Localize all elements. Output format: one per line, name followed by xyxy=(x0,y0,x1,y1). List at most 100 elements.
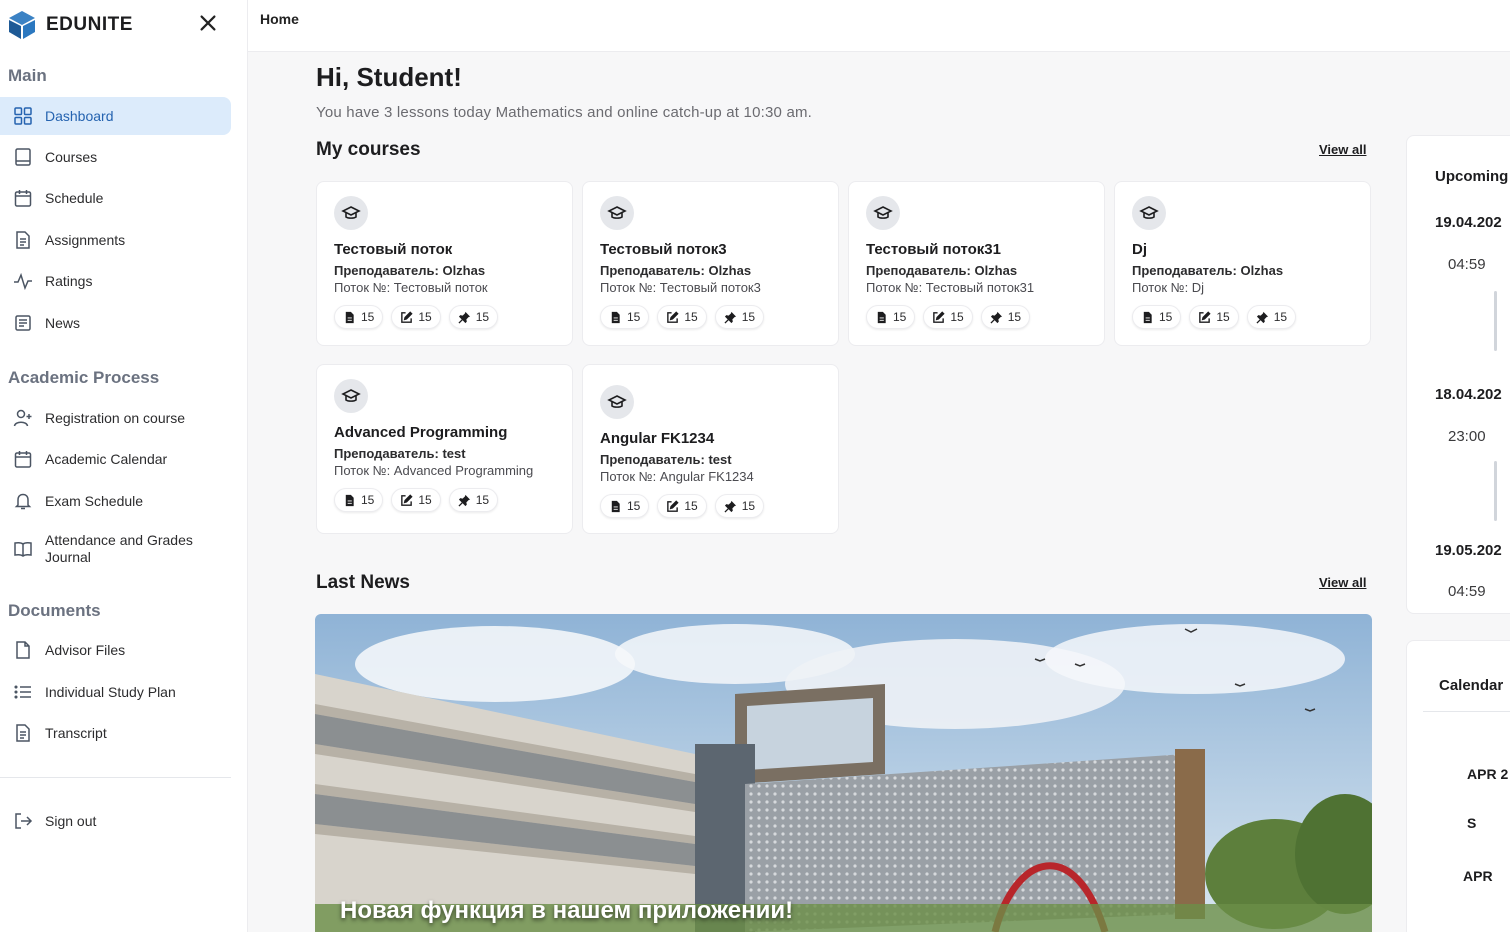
course-card[interactable]: Angular FK1234 Преподаватель: test Поток №… xyxy=(582,364,839,534)
course-stream: Поток №: Angular FK1234 xyxy=(600,469,754,484)
course-stats: 15 15 15 xyxy=(334,488,555,512)
pin-icon xyxy=(458,494,476,507)
sign-out-label: Sign out xyxy=(45,813,97,829)
course-stats: 15 15 15 xyxy=(866,305,1087,329)
breadcrumb[interactable]: Home xyxy=(260,11,299,27)
course-card[interactable]: Dj Преподаватель: Olzhas Поток №: Dj 15 15 15 xyxy=(1114,181,1371,346)
sidebar-item-courses[interactable]: Courses xyxy=(0,138,231,176)
course-card[interactable]: Advanced Programming Преподаватель: test П… xyxy=(316,364,573,534)
upcoming-panel: Upcoming 19.04.202 04:59 18.04.202 23:00… xyxy=(1406,135,1510,614)
dashboard-icon xyxy=(12,105,34,127)
file-icon xyxy=(343,311,361,324)
pins-chip[interactable]: 15 xyxy=(714,494,765,518)
files-chip[interactable]: 15 xyxy=(600,305,650,329)
document-icon xyxy=(12,722,34,744)
edit-icon xyxy=(400,493,418,507)
pins-chip[interactable]: 15 xyxy=(1246,305,1297,329)
pin-icon xyxy=(724,311,742,324)
course-card[interactable]: Тестовый поток3 Преподаватель: Olzhas Пото… xyxy=(582,181,839,346)
sidebar-item-dashboard[interactable]: Dashboard xyxy=(0,97,231,135)
edit-icon xyxy=(400,310,418,324)
tasks-chip[interactable]: 15 xyxy=(657,305,707,329)
user-plus-icon xyxy=(12,407,34,429)
sidebar-item-registration[interactable]: Registration on course xyxy=(0,399,231,437)
graduation-cap-icon xyxy=(866,196,900,230)
files-chip[interactable]: 15 xyxy=(334,305,384,329)
tasks-count: 15 xyxy=(418,310,432,324)
news-headline: Новая функция в нашем приложении! xyxy=(340,897,794,924)
file-icon xyxy=(1141,311,1159,324)
graduation-cap-icon xyxy=(334,196,368,230)
page-title: Hi, Student! xyxy=(316,62,462,92)
logo-icon xyxy=(9,11,35,39)
sidebar-item-study-plan[interactable]: Individual Study Plan xyxy=(0,673,231,711)
sign-out-button[interactable]: Sign out xyxy=(0,802,231,840)
calendar-icon xyxy=(12,448,34,470)
close-sidebar-button[interactable] xyxy=(196,12,220,36)
calendar-month[interactable]: APR 2 xyxy=(1467,766,1508,782)
course-teacher: Преподаватель: test xyxy=(334,446,466,461)
sidebar-item-label: Academic Calendar xyxy=(45,451,168,467)
tasks-count: 15 xyxy=(1216,310,1230,324)
files-count: 15 xyxy=(627,499,641,513)
edit-icon xyxy=(932,310,950,324)
document-icon xyxy=(12,229,34,251)
event-indicator xyxy=(1494,461,1497,521)
sidebar-item-advisor-files[interactable]: Advisor Files xyxy=(0,631,231,669)
news-image xyxy=(315,614,1372,932)
files-chip[interactable]: 15 xyxy=(334,488,384,512)
pins-chip[interactable]: 15 xyxy=(714,305,765,329)
tasks-chip[interactable]: 15 xyxy=(1189,305,1239,329)
bell-icon xyxy=(12,490,34,512)
course-title: Dj xyxy=(1132,241,1147,258)
course-stats: 15 15 15 xyxy=(1132,305,1353,329)
list-icon xyxy=(12,681,34,703)
newspaper-icon xyxy=(12,312,34,334)
upcoming-title: Upcoming xyxy=(1435,168,1509,185)
courses-view-all-link[interactable]: View all xyxy=(1319,142,1366,157)
edit-icon xyxy=(666,310,684,324)
section-documents: Documents xyxy=(8,601,101,620)
edit-icon xyxy=(1198,310,1216,324)
pins-count: 15 xyxy=(475,493,490,507)
my-courses-title: My courses xyxy=(316,139,421,160)
sidebar-item-schedule[interactable]: Schedule xyxy=(0,179,231,217)
event-date: 18.04.202 xyxy=(1435,386,1502,403)
event-date: 19.04.202 xyxy=(1435,214,1502,231)
tasks-chip[interactable]: 15 xyxy=(391,488,441,512)
news-view-all-link[interactable]: View all xyxy=(1319,575,1366,590)
sidebar-item-transcript[interactable]: Transcript xyxy=(0,714,231,752)
calendar-icon xyxy=(12,187,34,209)
brand[interactable]: EDUNITE xyxy=(8,8,133,42)
sidebar-item-exam-schedule[interactable]: Exam Schedule xyxy=(0,482,231,520)
course-stream: Поток №: Advanced Programming xyxy=(334,463,534,478)
sidebar-item-news[interactable]: News xyxy=(0,304,231,342)
tasks-chip[interactable]: 15 xyxy=(923,305,973,329)
open-book-icon xyxy=(12,538,34,560)
sidebar-item-label: Courses xyxy=(45,149,98,165)
event-time[interactable]: 04:59 xyxy=(1448,256,1486,273)
sidebar-item-ratings[interactable]: Ratings xyxy=(0,262,231,300)
files-chip[interactable]: 15 xyxy=(600,494,650,518)
files-chip[interactable]: 15 xyxy=(866,305,916,329)
course-title: Тестовый поток31 xyxy=(866,241,1001,258)
course-stats: 15 15 15 xyxy=(600,494,821,518)
file-icon xyxy=(609,311,627,324)
sidebar-item-academic-calendar[interactable]: Academic Calendar xyxy=(0,440,231,478)
sidebar-item-attendance-journal[interactable]: Attendance and Grades Journal xyxy=(0,527,231,571)
pins-chip[interactable]: 15 xyxy=(448,488,499,512)
tasks-chip[interactable]: 15 xyxy=(657,494,707,518)
graduation-cap-icon xyxy=(334,379,368,413)
news-card[interactable]: Новая функция в нашем приложении! xyxy=(315,614,1372,932)
pins-chip[interactable]: 15 xyxy=(448,305,499,329)
course-card[interactable]: Тестовый поток Преподаватель: Olzhas Поток… xyxy=(316,181,573,346)
pins-chip[interactable]: 15 xyxy=(980,305,1031,329)
event-time[interactable]: 23:00 xyxy=(1448,428,1486,445)
sidebar-item-assignments[interactable]: Assignments xyxy=(0,221,231,259)
event-time[interactable]: 04:59 xyxy=(1448,583,1486,600)
course-card[interactable]: Тестовый поток31 Преподаватель: Olzhas Пот… xyxy=(848,181,1105,346)
files-chip[interactable]: 15 xyxy=(1132,305,1182,329)
course-stats: 15 15 15 xyxy=(334,305,555,329)
tasks-chip[interactable]: 15 xyxy=(391,305,441,329)
calendar-month-short[interactable]: APR xyxy=(1463,868,1493,884)
